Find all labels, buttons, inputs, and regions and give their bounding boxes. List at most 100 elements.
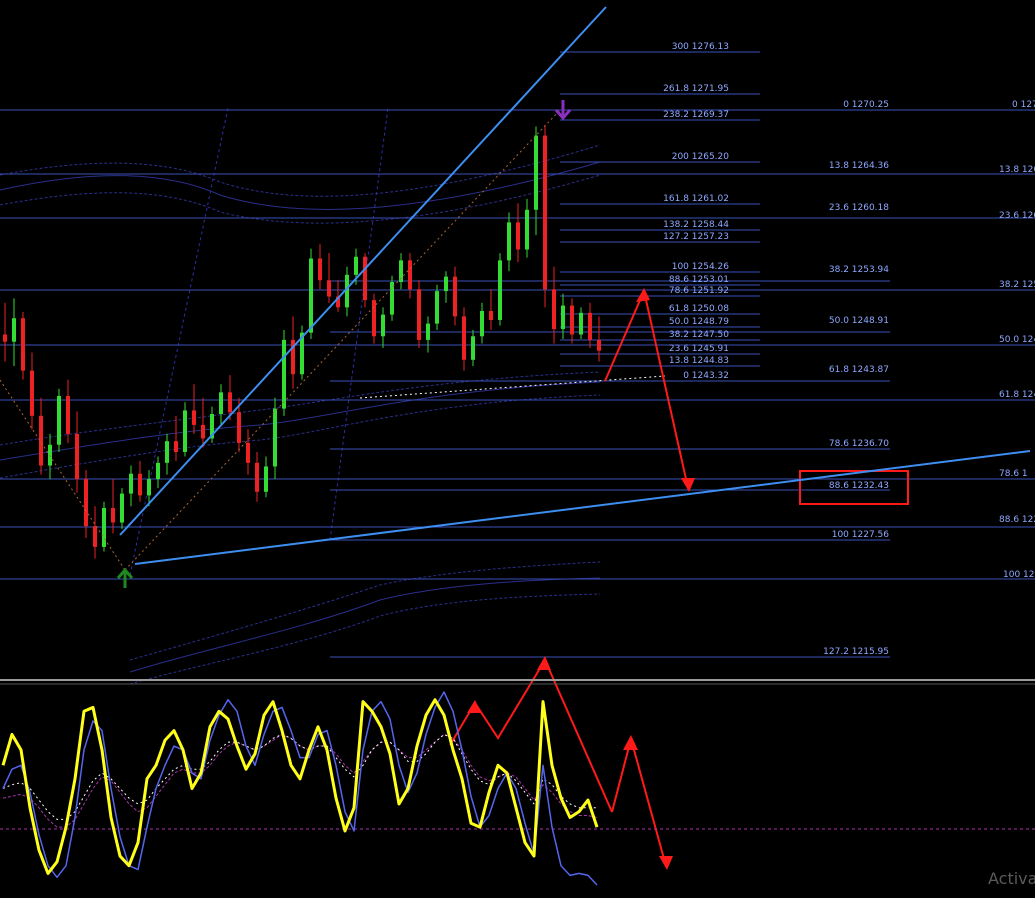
candle-body — [255, 462, 259, 492]
outer-label: 23.6 126 — [999, 211, 1035, 221]
candle-body — [12, 318, 16, 342]
candle-body — [516, 222, 520, 250]
outer-label: 13.8 126 — [999, 165, 1035, 175]
candle-body — [597, 339, 601, 351]
candle-body — [201, 424, 205, 439]
outer-label: 0 127 — [1012, 100, 1035, 110]
candle-body — [426, 323, 430, 340]
candle-body — [111, 508, 115, 523]
candle — [498, 253, 502, 326]
candle-body — [192, 410, 196, 425]
candle-body — [273, 408, 277, 467]
retr-label: 50.0 1248.91 — [829, 316, 889, 326]
outer-label: 61.8 124 — [999, 390, 1035, 400]
candle-body — [147, 479, 151, 496]
candle-body — [75, 433, 79, 480]
fib-label: 127.2 1257.23 — [663, 232, 729, 242]
candle-body — [372, 300, 376, 337]
retr-label: 13.8 1264.36 — [829, 161, 889, 171]
candle-body — [102, 508, 106, 547]
candle-body — [435, 291, 439, 324]
candle — [390, 275, 394, 321]
retr-label: 38.2 1253.94 — [829, 265, 889, 275]
fib-label: 161.8 1261.02 — [663, 194, 729, 204]
fib-label: 100 1254.26 — [672, 262, 730, 272]
candle — [282, 329, 286, 416]
candle-body — [264, 466, 268, 492]
candle-body — [561, 305, 565, 330]
fib-label: 13.8 1244.83 — [669, 356, 729, 366]
fib-label: 0 1243.32 — [683, 371, 729, 381]
candle-body — [543, 135, 547, 290]
candle-body — [489, 310, 493, 321]
candle-body — [21, 318, 25, 371]
candle — [300, 325, 304, 380]
fib-label: 238.2 1269.37 — [663, 110, 729, 120]
candle-body — [309, 258, 313, 333]
candle-body — [390, 282, 394, 315]
outer-label: 78.6 1 — [999, 469, 1028, 479]
candle-body — [228, 392, 232, 413]
trading-chart: 300 1276.13 261.8 1271.95 238.2 1269.37 … — [0, 0, 1035, 898]
candle-body — [534, 135, 538, 210]
outer-label: 100 122 — [1003, 570, 1035, 580]
fib-label: 261.8 1271.95 — [663, 84, 729, 94]
retr-label: 0 1270.25 — [843, 100, 889, 110]
candle-body — [93, 526, 97, 547]
candle-body — [156, 462, 160, 480]
candle-body — [498, 260, 502, 321]
candle-body — [570, 305, 574, 335]
candle-body — [66, 395, 70, 434]
retr-label-highlighted: 88.6 1232.43 — [829, 481, 889, 491]
candle-body — [39, 415, 43, 466]
fib-label: 23.6 1245.91 — [669, 344, 729, 354]
candle-body — [237, 412, 241, 443]
outer-label: 88.6 122 — [999, 515, 1035, 525]
retr-label: 127.2 1215.95 — [823, 647, 889, 657]
candle-body — [174, 441, 178, 452]
candle-body — [453, 276, 457, 317]
candle-body — [462, 316, 466, 360]
fib-label: 38.2 1247.50 — [669, 330, 729, 340]
fib-label: 200 1265.20 — [672, 152, 730, 162]
candle — [102, 501, 106, 552]
fib-label: 78.6 1251.92 — [669, 286, 729, 296]
candle-body — [57, 395, 61, 445]
candle-body — [138, 473, 142, 496]
candle — [21, 311, 25, 380]
activation-watermark: Activa — [988, 869, 1035, 888]
candle-body — [552, 289, 556, 330]
candle-body — [120, 493, 124, 523]
candle-body — [417, 289, 421, 340]
retr-label: 61.8 1243.87 — [829, 365, 889, 375]
candle-body — [3, 334, 7, 342]
candle-body — [219, 392, 223, 415]
candle — [417, 280, 421, 349]
candle — [363, 253, 367, 308]
candle-body — [318, 258, 322, 281]
fib-label: 300 1276.13 — [672, 42, 729, 52]
candle-body — [579, 312, 583, 335]
candle-body — [363, 256, 367, 301]
candle-body — [444, 276, 448, 292]
candle — [183, 402, 187, 457]
candle-body — [30, 370, 34, 416]
candle — [372, 293, 376, 344]
candle-body — [165, 441, 169, 463]
candle-body — [408, 260, 412, 290]
candle-body — [525, 209, 529, 250]
candle-body — [84, 479, 88, 527]
candle — [57, 388, 61, 452]
candle-body — [354, 256, 358, 275]
retr-label: 100 1227.56 — [832, 530, 890, 540]
outer-label: 50.0 124 — [999, 335, 1035, 345]
outer-label: 38.2 125 — [999, 280, 1035, 290]
fib-label: 88.6 1253.01 — [669, 275, 729, 285]
candle-body — [381, 314, 385, 337]
candle — [435, 284, 439, 330]
candle-body — [327, 280, 331, 297]
fib-label: 61.8 1250.08 — [669, 304, 729, 314]
fib-label: 50.0 1248.79 — [669, 317, 729, 327]
candle-body — [471, 336, 475, 360]
candle — [543, 124, 547, 308]
